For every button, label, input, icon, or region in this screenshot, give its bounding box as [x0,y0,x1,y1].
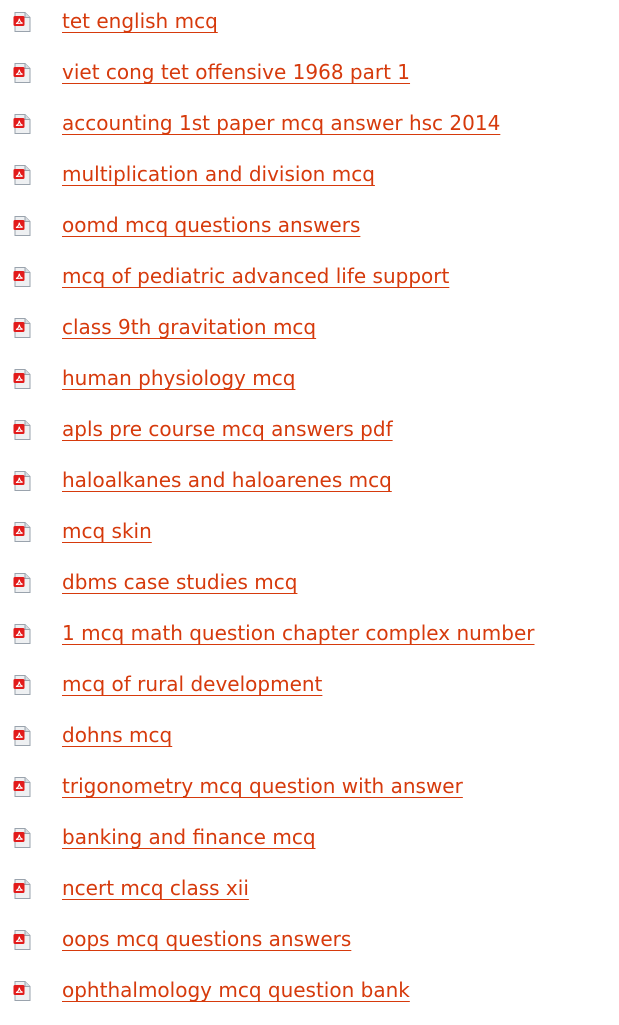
pdf-link[interactable]: dohns mcq [62,722,172,748]
pdf-link[interactable]: class 9th gravitation mcq [62,314,316,340]
pdf-link[interactable]: accounting 1st paper mcq answer hsc 2014 [62,110,500,136]
pdf-link[interactable]: dbms case studies mcq [62,569,297,595]
list-item: 1 mcq math question chapter complex numb… [0,615,619,666]
pdf-file-icon [13,165,31,185]
list-item: ncert mcq class xii [0,870,619,921]
pdf-file-icon [13,318,31,338]
list-item: class 9th gravitation mcq [0,309,619,360]
pdf-link[interactable]: mcq of rural development [62,671,322,697]
pdf-file-icon [13,726,31,746]
list-item: dohns mcq [0,717,619,768]
pdf-file-icon [13,369,31,389]
pdf-file-icon [13,930,31,950]
pdf-link[interactable]: trigonometry mcq question with answer [62,773,463,799]
list-item: dbms case studies mcq [0,564,619,615]
pdf-link[interactable]: mcq of pediatric advanced life support [62,263,449,289]
pdf-file-icon [13,420,31,440]
pdf-file-icon [13,216,31,236]
list-item: oomd mcq questions answers [0,207,619,258]
pdf-link[interactable]: mcq skin [62,518,152,544]
list-item: mcq of rural development [0,666,619,717]
pdf-file-icon [13,63,31,83]
pdf-link[interactable]: ophthalmology mcq question bank [62,977,410,1003]
list-item: haloalkanes and haloarenes mcq [0,462,619,513]
list-item: human physiology mcq [0,360,619,411]
list-item: oops mcq questions answers [0,921,619,972]
list-item: mcq of pediatric advanced life support [0,258,619,309]
pdf-link[interactable]: tet english mcq [62,8,218,34]
list-item: mcq skin [0,513,619,564]
pdf-link[interactable]: apls pre course mcq answers pdf [62,416,393,442]
pdf-link-list: tet english mcq viet cong tet offensive … [0,3,619,1023]
pdf-file-icon [13,522,31,542]
list-item: banking and finance mcq [0,819,619,870]
pdf-file-icon [13,12,31,32]
list-item: ophthalmology mcq question bank [0,972,619,1023]
pdf-link[interactable]: multiplication and division mcq [62,161,375,187]
list-item: multiplication and division mcq [0,156,619,207]
pdf-file-icon [13,267,31,287]
pdf-link[interactable]: oops mcq questions answers [62,926,351,952]
list-item: apls pre course mcq answers pdf [0,411,619,462]
pdf-link[interactable]: 1 mcq math question chapter complex numb… [62,620,535,646]
pdf-file-icon [13,573,31,593]
pdf-link[interactable]: haloalkanes and haloarenes mcq [62,467,392,493]
list-item: accounting 1st paper mcq answer hsc 2014 [0,105,619,156]
pdf-link[interactable]: ncert mcq class xii [62,875,249,901]
pdf-file-icon [13,981,31,1001]
pdf-file-icon [13,624,31,644]
pdf-file-icon [13,114,31,134]
list-item: trigonometry mcq question with answer [0,768,619,819]
list-item: viet cong tet offensive 1968 part 1 [0,54,619,105]
list-item: tet english mcq [0,3,619,54]
pdf-link[interactable]: viet cong tet offensive 1968 part 1 [62,59,410,85]
pdf-file-icon [13,777,31,797]
pdf-file-icon [13,828,31,848]
pdf-file-icon [13,471,31,491]
pdf-file-icon [13,879,31,899]
pdf-file-icon [13,675,31,695]
pdf-link[interactable]: banking and finance mcq [62,824,316,850]
pdf-link[interactable]: human physiology mcq [62,365,295,391]
pdf-link[interactable]: oomd mcq questions answers [62,212,360,238]
